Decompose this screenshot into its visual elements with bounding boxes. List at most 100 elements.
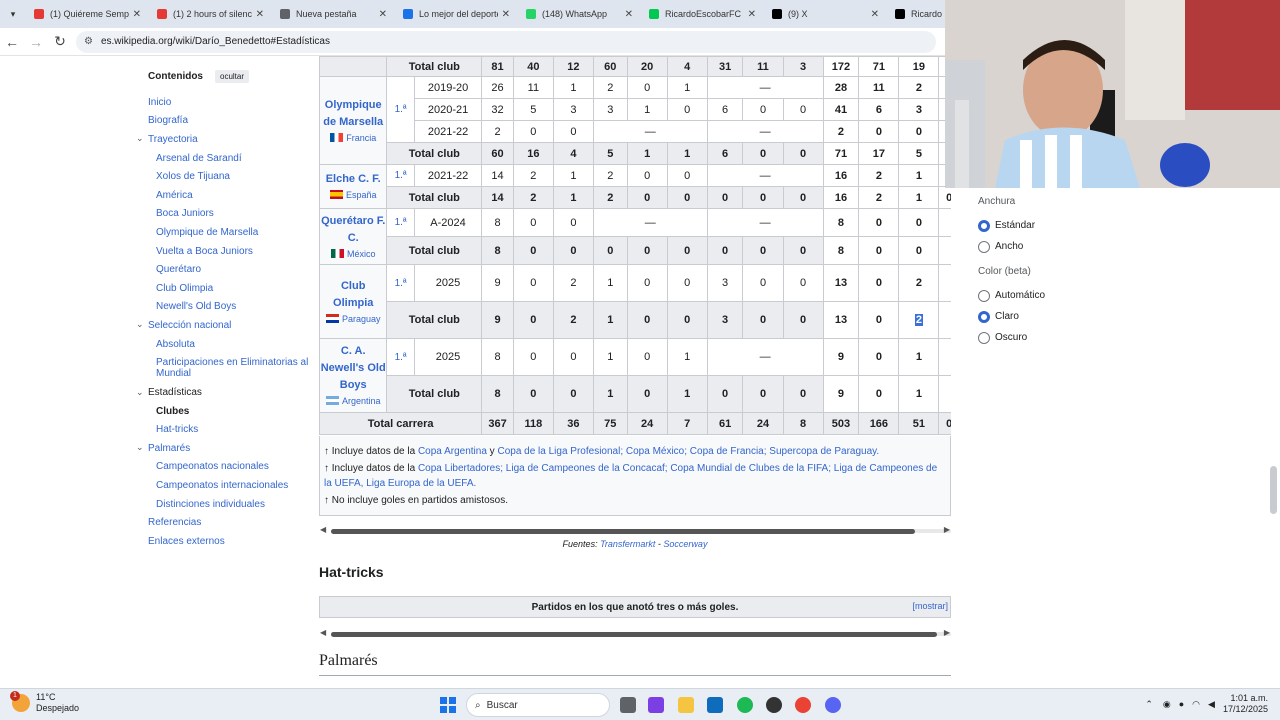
toc-item[interactable]: Xolos de Tijuana: [136, 167, 311, 186]
radio-icon[interactable]: [978, 240, 990, 253]
tab-search-icon[interactable]: ▾: [0, 0, 26, 28]
hat-tricks-horizontal-scrollbar[interactable]: ◀ ▶: [319, 627, 951, 639]
clock[interactable]: 1:01 a.m. 17/12/2025: [1223, 693, 1268, 715]
reload-icon[interactable]: ↻: [48, 30, 72, 54]
site-info-icon[interactable]: ⚙: [84, 36, 93, 47]
country-link[interactable]: Francia: [321, 131, 386, 145]
scroll-right-icon[interactable]: ▶: [944, 628, 950, 637]
browser-tab[interactable]: (1) 2 hours of silence ✕: [149, 0, 272, 28]
toc-item[interactable]: Campeonatos internacionales: [136, 476, 311, 495]
volume-icon[interactable]: ◀: [1208, 699, 1215, 710]
toc-item[interactable]: Hat-tricks: [136, 421, 311, 440]
toc-item[interactable]: Absoluta: [136, 335, 311, 354]
browser-tab[interactable]: Nueva pestaña ✕: [272, 0, 395, 28]
color-option-auto[interactable]: Automático: [978, 285, 1128, 306]
color-option-dark[interactable]: Oscuro: [978, 327, 1128, 348]
tab-close-icon[interactable]: ✕: [502, 9, 510, 20]
tab-close-icon[interactable]: ✕: [748, 9, 756, 20]
note-link[interactable]: Copa de la Liga Profesional; Copa México…: [497, 446, 879, 457]
toc-item[interactable]: Distinciones individuales: [136, 495, 311, 514]
country-link[interactable]: España: [321, 188, 386, 202]
browser-tab[interactable]: (148) WhatsApp ✕: [518, 0, 641, 28]
task-view-icon[interactable]: [620, 697, 636, 713]
toc-item[interactable]: Participaciones en Eliminatorias al Mund…: [136, 353, 311, 383]
weather-widget[interactable]: 1 11°C Despejado: [10, 691, 79, 714]
club-name-link[interactable]: C. A. Newell's Old Boys: [321, 345, 386, 391]
toc-item[interactable]: América: [136, 186, 311, 205]
copilot-icon[interactable]: [648, 697, 664, 713]
radio-selected-icon[interactable]: [978, 219, 990, 232]
radio-icon[interactable]: [978, 289, 990, 302]
radio-selected-icon[interactable]: [978, 310, 990, 323]
tab-close-icon[interactable]: ✕: [133, 9, 141, 20]
chevron-up-icon[interactable]: ⌃: [1145, 699, 1153, 710]
toc-item[interactable]: Campeonatos nacionales: [136, 458, 311, 477]
tab-close-icon[interactable]: ✕: [379, 9, 387, 20]
tab-close-icon[interactable]: ✕: [256, 9, 264, 20]
club-name-cell[interactable]: Olympique de Marsella Francia: [319, 76, 388, 165]
table-horizontal-scrollbar[interactable]: ◀ ▶: [319, 524, 951, 536]
club-name-link[interactable]: Elche C. F.: [326, 173, 381, 185]
browser-tab[interactable]: (9) X ✕: [764, 0, 887, 28]
scroll-left-icon[interactable]: ◀: [320, 525, 326, 534]
windows-start-icon[interactable]: [440, 697, 456, 713]
toc-item[interactable]: ⌄ Selección nacional: [136, 316, 311, 335]
toc-item[interactable]: ⌄ Trayectoria: [136, 130, 311, 149]
club-name-link[interactable]: Querétaro F. C.: [321, 215, 385, 244]
toc-item[interactable]: Enlaces externos: [136, 532, 311, 551]
discord-icon[interactable]: [825, 697, 841, 713]
width-option-standard[interactable]: Estándar: [978, 215, 1128, 236]
width-option-wide[interactable]: Ancho: [978, 236, 1128, 257]
tab-close-icon[interactable]: ✕: [871, 9, 879, 20]
app-icon[interactable]: [766, 697, 782, 713]
back-icon[interactable]: ←: [0, 30, 24, 54]
toc-item[interactable]: Clubes: [136, 402, 311, 421]
toc-item[interactable]: Olympique de Marsella: [136, 223, 311, 242]
chevron-down-icon[interactable]: ⌄: [136, 387, 144, 398]
spotify-icon[interactable]: [737, 697, 753, 713]
page-vertical-scrollbar[interactable]: [1270, 466, 1277, 514]
forward-icon[interactable]: →: [24, 30, 48, 54]
scroll-right-icon[interactable]: ▶: [944, 525, 950, 534]
radio-icon[interactable]: [978, 331, 990, 344]
toc-item[interactable]: ⌄ Estadísticas: [136, 383, 311, 402]
toc-item[interactable]: Vuelta a Boca Juniors: [136, 242, 311, 261]
browser-tab[interactable]: (1) Quiéreme Sempre ✕: [26, 0, 149, 28]
toc-hide-button[interactable]: ocultar: [215, 70, 250, 83]
network-icon[interactable]: ◉: [1163, 699, 1171, 710]
club-name-link[interactable]: Club Olimpia: [333, 280, 373, 309]
toc-item[interactable]: Inicio: [136, 93, 311, 112]
country-link[interactable]: Argentina: [321, 394, 386, 408]
url-input[interactable]: ⚙ es.wikipedia.org/wiki/Darío_Benedetto#…: [76, 30, 936, 53]
color-option-light[interactable]: Claro: [978, 306, 1128, 327]
toc-item[interactable]: Querétaro: [136, 260, 311, 279]
toc-item[interactable]: Club Olimpia: [136, 279, 311, 298]
note-link[interactable]: Copa Argentina: [418, 446, 487, 457]
toc-item[interactable]: Boca Juniors: [136, 205, 311, 224]
toc-item[interactable]: ⌄ Palmarés: [136, 439, 311, 458]
toc-item[interactable]: Newell's Old Boys: [136, 298, 311, 317]
toc-item[interactable]: Arsenal de Sarandí: [136, 149, 311, 168]
taskbar-search[interactable]: ⌕ Buscar: [466, 693, 610, 717]
chevron-down-icon[interactable]: ⌄: [136, 319, 144, 330]
club-name-cell[interactable]: Club Olimpia Paraguay: [319, 264, 388, 339]
source-link-transfermarkt[interactable]: Transfermarkt: [600, 539, 655, 549]
source-link-soccerway[interactable]: Soccerway: [663, 539, 707, 549]
browser-tab[interactable]: RicardoEscobarFC St ✕: [641, 0, 764, 28]
toc-item[interactable]: Referencias: [136, 513, 311, 532]
club-name-cell[interactable]: Querétaro F. C. México: [319, 208, 388, 265]
store-icon[interactable]: [707, 697, 723, 713]
tab-close-icon[interactable]: ✕: [625, 9, 633, 20]
chevron-down-icon[interactable]: ⌄: [136, 133, 144, 144]
show-button[interactable]: [mostrar]: [912, 601, 948, 611]
microphone-icon[interactable]: ●: [1179, 699, 1184, 709]
club-name-link[interactable]: Olympique de Marsella: [323, 99, 383, 128]
toc-item[interactable]: Biografía: [136, 112, 311, 131]
wifi-icon[interactable]: ◠: [1192, 699, 1200, 710]
browser-tab[interactable]: Lo mejor del deporte ✕: [395, 0, 518, 28]
country-link[interactable]: Paraguay: [321, 312, 386, 326]
country-link[interactable]: México: [321, 247, 386, 261]
scroll-left-icon[interactable]: ◀: [320, 628, 326, 637]
club-name-cell[interactable]: C. A. Newell's Old Boys Argentina: [319, 338, 388, 413]
file-explorer-icon[interactable]: [678, 697, 694, 713]
